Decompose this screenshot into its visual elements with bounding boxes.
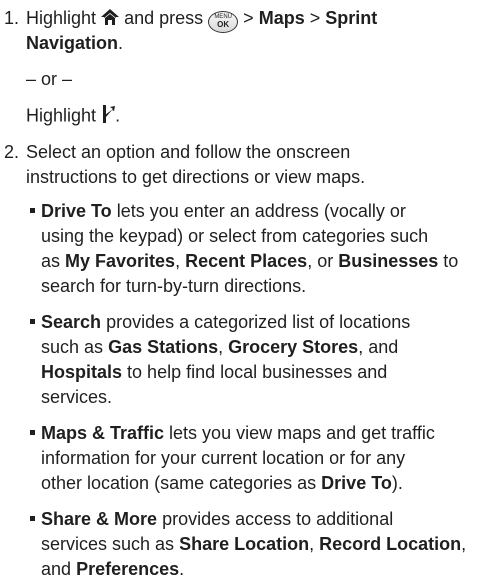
- drive-to-line-4: search for turn-by-turn directions.: [41, 276, 307, 296]
- step-2-line-2: instructions to get directions or view m…: [26, 167, 366, 187]
- search-line-2: such as Gas Stations, Grocery Stores, an…: [41, 337, 399, 357]
- home-icon: [101, 7, 120, 32]
- menu-sprint: Sprint: [325, 8, 378, 28]
- maps-traffic-line-3: other location (same categories as Drive…: [41, 473, 403, 493]
- bullet-drive-to: Drive To lets you enter an address (voca…: [30, 199, 406, 224]
- drive-to-title: Drive To: [41, 201, 112, 221]
- search-line-4: services.: [41, 387, 113, 407]
- bullet-share-more: Share & More provides access to addition…: [30, 507, 393, 532]
- maps-traffic-line-2: information for your current location or…: [41, 448, 406, 468]
- bullet-maps-traffic: Maps & Traffic lets you view maps and ge…: [30, 421, 435, 446]
- drive-to-line-2: using the keypad) or select from categor…: [41, 226, 429, 246]
- step-1-or: – or –: [26, 69, 73, 89]
- step-1-alt: Highlight .: [26, 103, 120, 130]
- step-1-line-2: Navigation.: [26, 33, 124, 53]
- bullet-marker: [30, 319, 35, 324]
- instructions-page: 1. Highlight and press MENU OK > Maps > …: [0, 0, 484, 579]
- step-2-number: 2.: [4, 142, 20, 162]
- search-title: Search: [41, 312, 102, 332]
- maps-traffic-title: Maps & Traffic: [41, 423, 165, 443]
- drive-to-line-3: as My Favorites, Recent Places, or Busin…: [41, 251, 459, 271]
- share-more-title: Share & More: [41, 509, 158, 529]
- menu-ok-key-icon: MENU OK: [208, 11, 239, 33]
- step-1-and-press: and press: [124, 8, 204, 28]
- menu-navigation: Navigation: [26, 33, 119, 53]
- share-more-line-3: and Preferences.: [41, 559, 185, 579]
- bullet-marker: [30, 430, 35, 435]
- bullet-search: Search provides a categorized list of lo…: [30, 310, 410, 335]
- step-1-highlight: Highlight: [26, 8, 97, 28]
- share-more-line-2: services such as Share Location, Record …: [41, 534, 467, 554]
- bullet-marker: [30, 208, 35, 213]
- menu-maps: Maps: [258, 8, 305, 28]
- search-line-3: Hospitals to help find local businesses …: [41, 362, 388, 382]
- step-1-separator-1: >: [243, 8, 254, 28]
- bullet-marker: [30, 516, 35, 521]
- step-1-highlight-2: Highlight: [26, 105, 97, 126]
- step-1-separator-2: >: [309, 8, 321, 28]
- step-1-number: 1.: [4, 8, 20, 28]
- navigation-arrow-icon: [101, 103, 116, 130]
